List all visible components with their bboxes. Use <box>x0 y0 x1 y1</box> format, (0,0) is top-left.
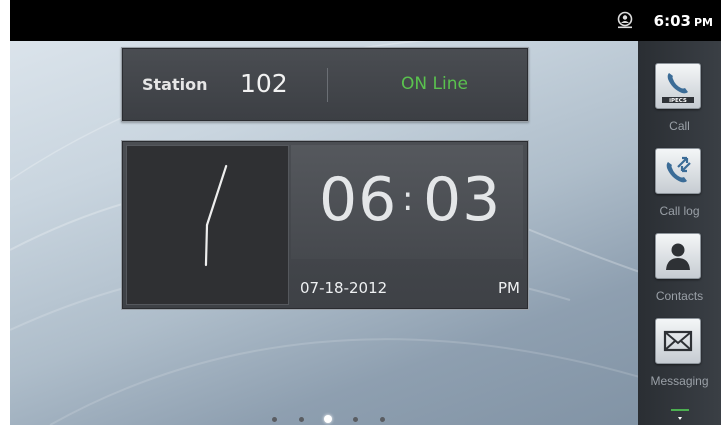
status-clock: 6:03 PM <box>654 12 713 30</box>
digital-clock: 06 : 03 <box>291 145 523 259</box>
hour-hand <box>204 223 209 267</box>
page-dot[interactable] <box>352 417 358 422</box>
dock-item-call[interactable]: iPECS Call <box>638 53 721 141</box>
status-ampm: PM <box>693 16 713 29</box>
station-label: Station <box>142 75 208 94</box>
home-screen: 6:03 PM Station 102 ON Line 06 : 03 07-18… <box>10 0 721 425</box>
globe-user-icon[interactable] <box>616 11 634 29</box>
status-time: 6:03 <box>653 12 691 30</box>
dock-item-messaging[interactable]: Messaging <box>638 308 721 396</box>
station-widget[interactable]: Station 102 ON Line <box>121 47 529 122</box>
dock-item-contacts[interactable]: Contacts <box>638 223 721 311</box>
dock-label-contacts: Contacts <box>655 289 704 303</box>
call-log-icon <box>655 148 701 194</box>
app-dock: iPECS Call Call log Contacts Messaging <box>638 41 721 425</box>
page-dot[interactable] <box>271 417 277 422</box>
status-bar: 6:03 PM <box>10 0 721 41</box>
clock-widget[interactable]: 06 : 03 07-18-2012 PM <box>121 140 529 310</box>
phone-icon: iPECS <box>655 63 701 109</box>
chevron-down-icon[interactable] <box>671 409 689 423</box>
station-divider <box>327 68 328 102</box>
dock-label-messaging: Messaging <box>650 374 709 388</box>
page-indicator[interactable] <box>264 414 394 425</box>
station-number: 102 <box>240 69 288 98</box>
clock-ampm: PM <box>498 279 520 297</box>
dock-label-call-log: Call log <box>659 204 700 218</box>
clock-minutes: 03 <box>423 165 502 235</box>
dock-label-call: Call <box>669 119 690 133</box>
envelope-icon <box>655 318 701 364</box>
station-status: ON Line <box>401 74 468 94</box>
minute-hand <box>205 164 228 227</box>
contact-person-icon <box>655 233 701 279</box>
analog-clock <box>126 145 289 305</box>
clock-hours: 06 <box>319 165 398 235</box>
ipecs-badge: iPECS <box>669 98 687 104</box>
page-dot[interactable] <box>324 415 332 423</box>
dock-item-call-log[interactable]: Call log <box>638 138 721 226</box>
page-dot[interactable] <box>379 417 385 422</box>
clock-separator: : <box>402 179 414 219</box>
clock-date: 07-18-2012 <box>300 279 388 297</box>
analog-clock-hands <box>204 164 228 267</box>
page-dot[interactable] <box>298 417 304 422</box>
